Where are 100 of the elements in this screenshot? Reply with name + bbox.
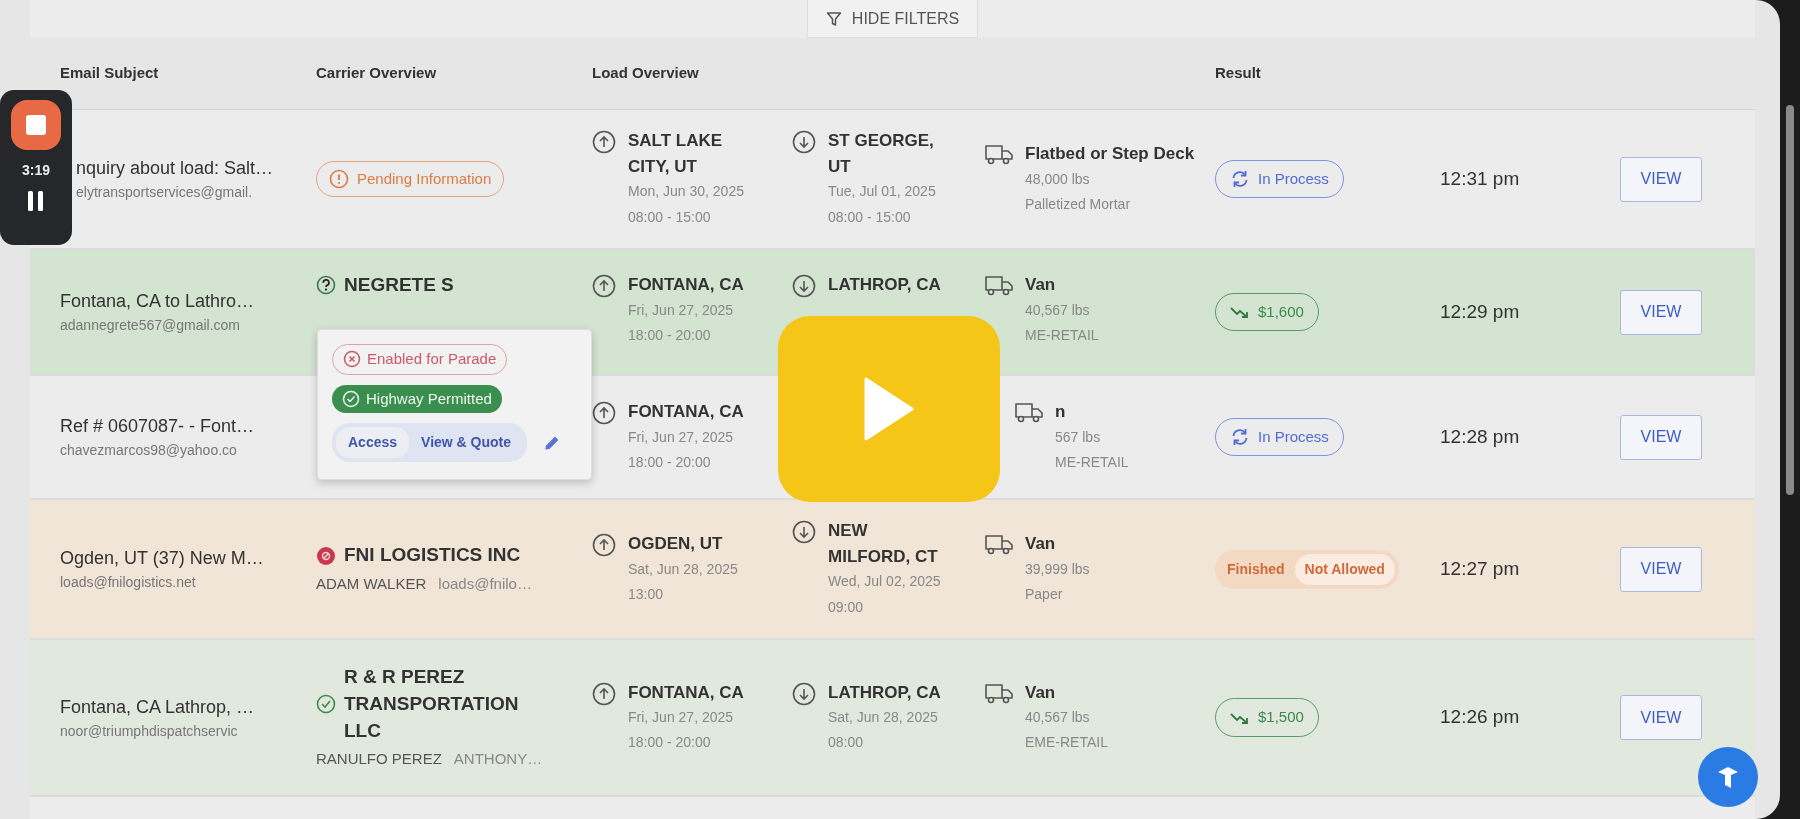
status-text: Finished	[1227, 559, 1285, 579]
segment-tab[interactable]: View & Quote	[409, 427, 524, 458]
hide-filters-button[interactable]: HIDE FILTERS	[806, 0, 979, 38]
alert-icon	[329, 169, 349, 189]
location-city: SALT LAKE CITY, UT	[628, 130, 724, 178]
highlighted-row[interactable]	[30, 640, 1755, 797]
location-city: ST GEORGE, UT	[828, 130, 935, 178]
stop-date: Fri, Jun 27, 2025	[628, 427, 735, 447]
sender-email: elytransportservices@gmail.	[76, 183, 254, 202]
delivery-icon	[792, 520, 816, 545]
stop-date: Fri, Jun 27, 2025	[628, 708, 735, 728]
detail-badge: Not Allowed	[1294, 553, 1395, 585]
carrier-name: R & R PEREZ TRANSPORTATION LLC	[344, 665, 520, 743]
load-weight: 40,567 lbs	[1025, 708, 1091, 728]
equipment-type: Van	[1025, 533, 1057, 556]
sender-email: adannegrete567@gmail.com	[60, 316, 241, 335]
pause-icon[interactable]	[28, 191, 44, 211]
email-subject: Ref # 0607087- - Font…	[60, 415, 256, 438]
check-circle-icon	[316, 694, 336, 715]
contact-name: ADAM WALKER	[316, 574, 427, 595]
pickup-icon	[592, 533, 616, 558]
equipment-type: Flatbed or Step Deck	[1025, 143, 1195, 166]
stop-time: 09:00	[828, 597, 865, 617]
truck-icon	[985, 533, 1013, 556]
location-city: LATHROP, CA	[828, 681, 941, 704]
delivery-icon	[792, 130, 816, 155]
location-city: FONTANA, CA	[628, 681, 744, 704]
commodity: ME-RETAIL	[1055, 452, 1130, 472]
stop-date: Wed, Jul 02, 2025	[828, 572, 942, 592]
carrier-name: FNI LOGISTICS INC	[344, 543, 521, 568]
stop-time: 08:00 - 15:00	[628, 207, 712, 227]
contact-email: ANTHONY…	[453, 749, 543, 770]
pickup-icon	[592, 401, 616, 426]
pickup-icon	[592, 274, 616, 298]
stop-time: 18:00 - 20:00	[628, 733, 712, 753]
pickup-icon	[592, 130, 616, 155]
truck-icon	[1015, 401, 1043, 424]
stop-date: Sat, Jun 28, 2025	[628, 559, 738, 579]
view-button[interactable]: VIEW	[1620, 289, 1702, 335]
check-circle-icon	[342, 389, 360, 408]
stop-time: 18:00 - 20:00	[628, 325, 712, 345]
commodity: Paper	[1025, 584, 1064, 604]
stop-recording-button[interactable]	[11, 100, 61, 150]
load-weight: 39,999 lbs	[1025, 559, 1091, 579]
view-button[interactable]: VIEW	[1620, 546, 1702, 592]
sender-email: loads@fnilogistics.net	[60, 573, 197, 592]
stop-time: 08:00	[828, 733, 865, 753]
view-button[interactable]: VIEW	[1620, 156, 1702, 202]
location-city: OGDEN, UT	[628, 533, 724, 556]
segment-tab[interactable]: Access	[336, 427, 410, 458]
x-circle-icon	[343, 350, 361, 369]
commodity: ME-RETAIL	[1025, 325, 1100, 345]
delivery-icon	[792, 681, 816, 706]
email-subject: Fontana, CA to Lathro…	[60, 290, 256, 313]
received-time: 12:29 pm	[1440, 300, 1520, 322]
contact-name: RANULFO PEREZ	[316, 749, 442, 770]
trend-down-icon	[1230, 304, 1250, 320]
load-weight: 567 lbs	[1055, 427, 1102, 447]
contact-email: loads@fnilo…	[438, 574, 532, 595]
email-subject: Fontana, CA Lathrop, …	[60, 695, 256, 719]
load-weight: 48,000 lbs	[1025, 169, 1091, 189]
view-button[interactable]: VIEW	[1620, 695, 1702, 740]
column-header: Load Overview	[592, 64, 699, 82]
pickup-icon	[592, 681, 616, 706]
stop-date: Fri, Jun 27, 2025	[628, 300, 735, 320]
recording-time: 3:19	[22, 161, 50, 180]
truck-icon	[985, 274, 1013, 296]
location-city: FONTANA, CA	[628, 274, 744, 296]
highlighted-row[interactable]	[30, 500, 1755, 640]
carrier-name: NEGRETE S	[344, 273, 454, 297]
play-icon	[864, 377, 914, 441]
truck-icon	[985, 143, 1013, 166]
view-button[interactable]: VIEW	[1620, 414, 1702, 460]
commodity: Palletized Mortar	[1025, 194, 1132, 214]
stop-icon	[26, 115, 46, 135]
email-subject: nquiry about load: Salt…	[76, 157, 275, 180]
load-weight: 40,567 lbs	[1025, 300, 1091, 320]
stop-date: Mon, Jun 30, 2025	[628, 182, 745, 202]
permission-tag: Highway Permitted	[332, 384, 502, 413]
sender-email: chavezmarcos98@yahoo.co	[60, 441, 238, 460]
delivery-icon	[792, 274, 816, 298]
filter-icon	[825, 10, 842, 27]
equipment-type: Van	[1025, 274, 1057, 296]
sync-icon	[1230, 427, 1250, 447]
stop-time: 13:00	[628, 584, 665, 604]
sender-email: noor@triumphdispatchservic	[60, 721, 239, 741]
received-time: 12:26 pm	[1440, 706, 1520, 728]
location-city: NEW MILFORD, CT	[828, 520, 939, 568]
truck-icon	[985, 681, 1013, 704]
location-city: FONTANA, CA	[628, 401, 744, 424]
commodity: EME-RETAIL	[1025, 733, 1109, 753]
location-city: LATHROP, CA	[828, 274, 941, 296]
stop-time: 08:00 - 15:00	[828, 207, 912, 227]
column-header: Email Subject	[60, 64, 159, 82]
question-icon	[316, 275, 336, 296]
email-subject: Ogden, UT (37) New M…	[60, 547, 265, 570]
equipment-type: Van	[1025, 681, 1057, 704]
scrollbar[interactable]	[1786, 105, 1794, 495]
received-time: 12:27 pm	[1440, 557, 1520, 579]
received-time: 12:28 pm	[1440, 425, 1520, 447]
